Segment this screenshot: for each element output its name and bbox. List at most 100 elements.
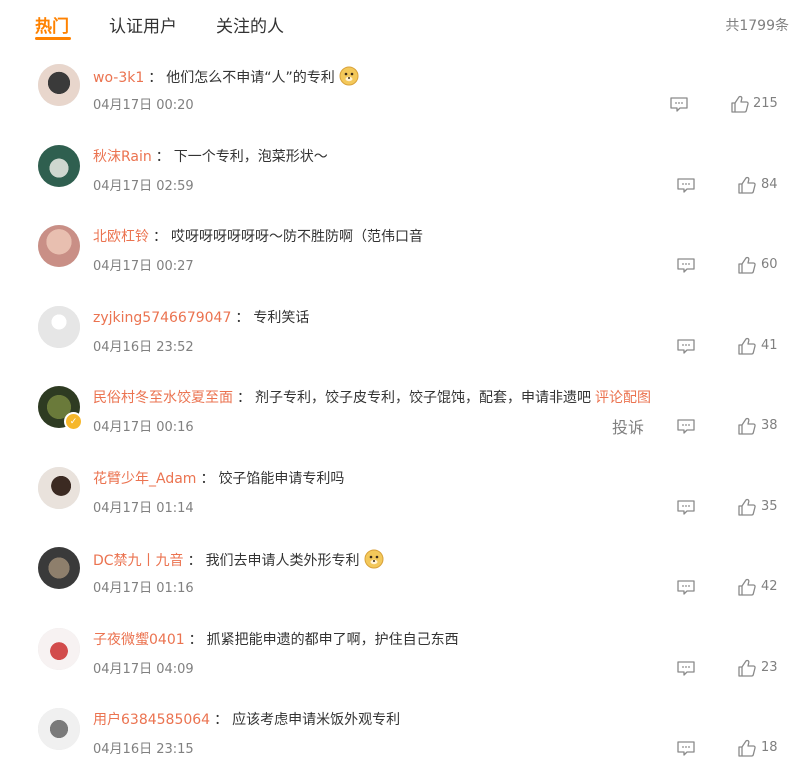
separator: ： — [237, 390, 251, 406]
avatar-image — [38, 547, 80, 589]
username-link[interactable]: 北欧杠铃 — [93, 229, 149, 245]
separator: ： — [214, 712, 229, 728]
tab-hot[interactable]: 热门 — [35, 12, 69, 37]
like-icon[interactable] — [737, 336, 757, 356]
like-count: 23 — [761, 659, 778, 675]
separator: ： — [153, 229, 167, 245]
avatar-image — [38, 64, 80, 106]
username-link[interactable]: zyjking5746679047 — [93, 310, 231, 326]
username-link[interactable]: 子夜微蠁0401 — [93, 632, 185, 648]
reply-icon[interactable] — [676, 499, 696, 517]
comment-text: 哎呀呀呀呀呀呀～防不胜防啊（范伟口音 — [171, 229, 423, 245]
comment-text: 抓紧把能申遗的都申了啊，护住自己东西 — [206, 631, 459, 648]
reply-icon[interactable] — [676, 740, 696, 758]
like-count: 41 — [761, 337, 778, 353]
reply-icon[interactable] — [676, 177, 696, 195]
like-count: 42 — [761, 579, 778, 594]
reply-icon[interactable] — [676, 660, 696, 678]
comment-text: 专利笑话 — [253, 309, 310, 326]
username-link[interactable]: DC禁九丨九音 — [93, 553, 184, 569]
reply-icon[interactable] — [676, 338, 696, 356]
separator: ： — [155, 148, 170, 165]
avatar[interactable] — [38, 627, 80, 670]
like-count: 215 — [753, 96, 778, 111]
avatar-image — [38, 708, 80, 750]
like-count: 60 — [761, 257, 778, 272]
username-link[interactable]: 秋沫Rain — [93, 149, 152, 165]
verified-badge-icon: ✓ — [64, 412, 83, 431]
username-link[interactable]: wo-3k1 — [93, 70, 144, 86]
comment-text: 剂子专利，饺子皮专利，饺子馄饨，配套，申请非遗吧 — [255, 390, 591, 406]
comment-count: 共1799条 — [725, 18, 789, 34]
comment-item: 子夜微蠁0401：抓紧把能申遗的都申了啊，护住自己东西 04月17日 04:09 2… — [0, 618, 799, 699]
separator: ： — [187, 553, 202, 569]
like-icon[interactable] — [737, 577, 757, 597]
comment-text: 我们去申请人类外形专利 — [205, 553, 360, 569]
avatar-image — [38, 305, 80, 348]
avatar[interactable] — [38, 64, 80, 106]
comment-item: 花臂少年_Adam：饺子馅能申请专利吗 04月17日 01:14 35 — [0, 457, 799, 538]
like-icon[interactable] — [730, 94, 750, 114]
comment-list: wo-3k1：他们怎么不申请“人”的专利 04月17日 00:20 215 秋沫Rai… — [0, 54, 799, 779]
username-link[interactable]: 用户6384585064 — [93, 712, 210, 728]
like-count: 84 — [761, 176, 778, 192]
like-count: 38 — [761, 418, 778, 433]
reply-icon[interactable] — [676, 418, 696, 436]
avatar-image — [38, 144, 80, 187]
reply-icon[interactable] — [676, 579, 696, 597]
avatar[interactable] — [38, 708, 80, 750]
reply-icon[interactable] — [676, 257, 696, 275]
comment-text: 饺子馅能申请专利吗 — [218, 470, 345, 487]
like-icon[interactable] — [737, 416, 757, 436]
comment-image-link[interactable]: 评论配图 — [595, 390, 651, 406]
avatar[interactable] — [38, 466, 80, 509]
comment-line: 北欧杠铃：哎呀呀呀呀呀呀～防不胜防啊（范伟口音 — [93, 227, 423, 247]
like-icon[interactable] — [737, 658, 757, 678]
comment-text: 下一个专利，泡菜形状～ — [173, 148, 328, 165]
comment-item: 北欧杠铃：哎呀呀呀呀呀呀～防不胜防啊（范伟口音 04月17日 00:27 60 — [0, 215, 799, 296]
comment-line: 花臂少年_Adam：饺子馅能申请专利吗 — [93, 469, 344, 489]
avatar[interactable] — [38, 305, 80, 348]
separator: ： — [148, 70, 163, 86]
username-link[interactable]: 花臂少年_Adam — [93, 471, 196, 487]
comment-tabs: 热门 认证用户 关注的人 共1799条 — [0, 0, 799, 50]
comment-text: 应该考虑申请米饭外观专利 — [232, 712, 401, 728]
avatar-image — [38, 225, 80, 267]
like-icon[interactable] — [737, 497, 757, 517]
comment-time: 04月17日 01:16 — [93, 581, 194, 596]
avatar[interactable] — [38, 547, 80, 589]
avatar[interactable] — [38, 225, 80, 267]
reply-icon[interactable] — [669, 96, 689, 114]
comment-panel: 热门 认证用户 关注的人 共1799条 wo-3k1：他们怎么不申请“人”的专利… — [0, 0, 799, 772]
comment-time: 04月17日 00:27 — [93, 259, 194, 274]
comment-item: 秋沫Rain：下一个专利，泡菜形状～ 04月17日 02:59 84 — [0, 135, 799, 216]
active-tab-indicator — [35, 37, 71, 40]
like-icon[interactable] — [737, 255, 757, 275]
comment-time: 04月17日 01:14 — [93, 500, 194, 516]
comment-line: 用户6384585064：应该考虑申请米饭外观专利 — [93, 710, 400, 730]
comment-time: 04月16日 23:15 — [93, 742, 194, 757]
comment-line: wo-3k1：他们怎么不申请“人”的专利 — [93, 66, 359, 88]
separator: ： — [188, 631, 203, 648]
comment-time: 04月16日 23:52 — [93, 339, 194, 355]
avatar[interactable] — [38, 144, 80, 187]
like-icon[interactable] — [737, 175, 757, 195]
comment-item: ✓ 民俗村冬至水饺夏至面：剂子专利，饺子皮专利，饺子馄饨，配套，申请非遗吧 评论配图… — [0, 376, 799, 457]
username-link[interactable]: 民俗村冬至水饺夏至面 — [93, 390, 233, 406]
comment-time: 04月17日 04:09 — [93, 661, 194, 677]
comment-item: wo-3k1：他们怎么不申请“人”的专利 04月17日 00:20 215 — [0, 54, 799, 135]
separator: ： — [235, 309, 250, 326]
report-button[interactable]: 投诉 — [612, 414, 644, 438]
comment-item: zyjking5746679047：专利笑话 04月16日 23:52 41 — [0, 296, 799, 377]
comment-text: 他们怎么不申请“人”的专利 — [166, 70, 335, 86]
like-icon[interactable] — [737, 738, 757, 758]
tab-verified-users[interactable]: 认证用户 — [109, 12, 177, 37]
tab-following[interactable]: 关注的人 — [216, 12, 284, 37]
doge-emoji-icon — [339, 66, 359, 86]
comment-line: 子夜微蠁0401：抓紧把能申遗的都申了啊，护住自己东西 — [93, 630, 459, 650]
comment-time: 04月17日 00:16 — [93, 420, 194, 435]
like-count: 35 — [761, 498, 778, 514]
comment-time: 04月17日 02:59 — [93, 178, 194, 194]
separator: ： — [200, 470, 215, 487]
comment-line: 秋沫Rain：下一个专利，泡菜形状～ — [93, 147, 328, 167]
